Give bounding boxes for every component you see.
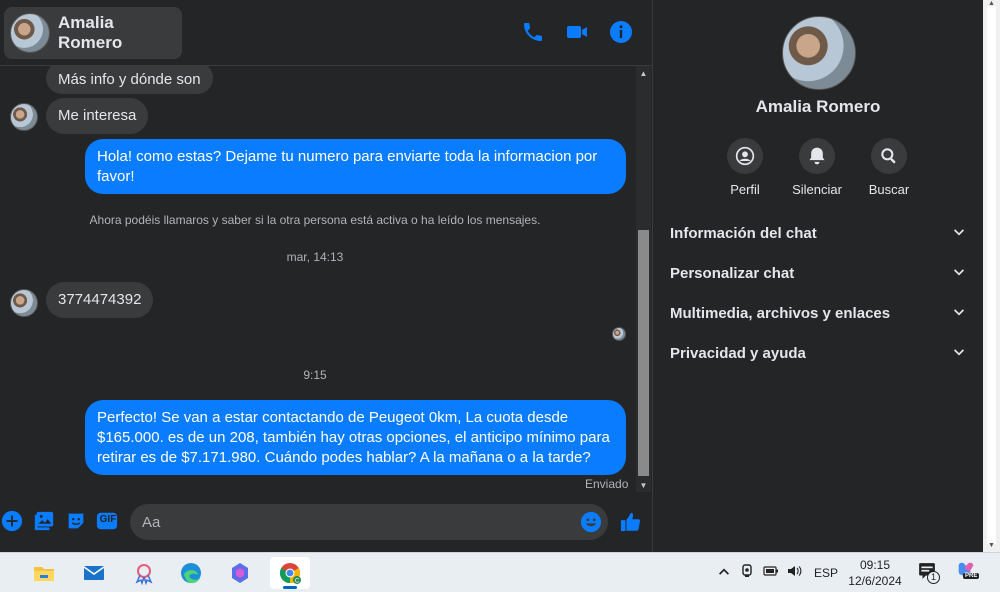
message-composer: GIF — [0, 496, 652, 552]
scroll-down-arrow[interactable]: ▼ — [987, 542, 996, 549]
preview-badge: PRE — [963, 573, 980, 579]
timestamp: 9:15 — [303, 368, 327, 382]
section-chat-info[interactable]: Información del chat — [661, 215, 977, 251]
gif-icon[interactable]: GIF — [96, 510, 120, 532]
message-input[interactable] — [142, 504, 572, 540]
thumbs-up-icon[interactable] — [620, 511, 642, 533]
message-bubble-incoming: Me interesa — [46, 98, 149, 134]
meet-now-icon[interactable] — [740, 563, 756, 582]
copilot-preview-icon[interactable]: PRE — [955, 560, 980, 584]
search-icon — [881, 148, 896, 164]
profile-label: Perfil — [730, 182, 760, 197]
chevron-up-icon[interactable] — [716, 563, 732, 582]
mute-label: Silenciar — [792, 182, 842, 197]
chevron-down-icon — [954, 229, 964, 236]
volume-icon[interactable] — [786, 563, 802, 582]
scroll-thumb[interactable] — [638, 230, 649, 476]
message-bubble-incoming: Más info y dónde son — [46, 66, 213, 94]
edge-icon[interactable] — [171, 557, 211, 589]
info-icon[interactable] — [609, 20, 633, 44]
profile-avatar — [782, 16, 856, 90]
gif-label: GIF — [99, 514, 117, 525]
message-list[interactable]: Más info y dónde son Me interesa Hola! c… — [0, 66, 636, 494]
system-notice: Ahora podéis llamaros y saber si la otra… — [89, 213, 541, 227]
search-label: Buscar — [868, 182, 910, 197]
profile-button[interactable]: Perfil — [705, 138, 785, 197]
chat-header: Amalia Romero — [0, 0, 652, 66]
clock-date: 12/6/2024 — [848, 574, 902, 588]
sticker-icon[interactable] — [65, 510, 87, 532]
message-bubble-outgoing: Hola! como estas? Dejame tu numero para … — [85, 139, 626, 194]
sent-status: Enviado — [585, 477, 629, 491]
timestamp: mar, 14:13 — [286, 250, 344, 264]
search-button[interactable]: Buscar — [849, 138, 929, 197]
profile-name: Amalia Romero — [755, 97, 881, 116]
ribbon-app-icon[interactable] — [124, 557, 164, 589]
contact-header-button[interactable]: Amalia Romero — [4, 7, 182, 59]
section-customize-chat[interactable]: Personalizar chat — [661, 255, 977, 291]
chevron-down-icon — [954, 349, 964, 356]
section-label: Multimedia, archivos y enlaces — [670, 304, 891, 322]
battery-icon[interactable] — [763, 563, 779, 582]
mail-icon[interactable] — [74, 557, 114, 589]
read-receipt-avatar — [612, 327, 626, 341]
chevron-down-icon — [954, 269, 964, 276]
image-icon[interactable] — [33, 510, 55, 532]
chat-info-panel: Amalia Romero Perfil Silenciar Buscar In… — [653, 0, 983, 552]
sender-avatar — [10, 103, 38, 131]
plus-icon[interactable] — [1, 510, 23, 532]
contact-name: Amalia Romero — [58, 13, 123, 52]
mute-button[interactable]: Silenciar — [777, 138, 857, 197]
messenger-window: Amalia Romero Más info y dónde son Me in… — [0, 0, 1000, 552]
notification-count: 1 — [927, 571, 940, 584]
clock-time: 09:15 — [859, 558, 891, 572]
section-label: Personalizar chat — [670, 264, 795, 282]
svg-text:C: C — [295, 578, 300, 584]
section-privacy-help[interactable]: Privacidad y ayuda — [661, 335, 977, 371]
copilot-icon[interactable] — [220, 557, 260, 589]
profile-icon — [735, 146, 755, 166]
panel-scrollbar[interactable]: ▲ ▼ — [983, 0, 1000, 552]
section-label: Privacidad y ayuda — [670, 344, 806, 362]
bell-icon — [809, 147, 825, 165]
clock[interactable]: 09:15 12/6/2024 — [842, 557, 908, 589]
message-bubble-outgoing: Perfecto! Se van a estar contactando de … — [85, 400, 626, 475]
phone-icon[interactable] — [521, 20, 545, 44]
scroll-up-arrow[interactable]: ▲ — [636, 66, 651, 80]
section-label: Información del chat — [670, 224, 817, 242]
notification-icon[interactable]: 1 — [918, 562, 940, 584]
section-media-files-links[interactable]: Multimedia, archivos y enlaces — [661, 295, 977, 331]
file-explorer-icon[interactable] — [24, 557, 64, 589]
language-indicator[interactable]: ESP — [814, 566, 838, 580]
video-icon[interactable] — [565, 20, 589, 44]
message-input-container[interactable] — [130, 504, 608, 540]
chrome-icon[interactable]: C — [270, 557, 310, 589]
message-scrollbar[interactable]: ▲ ▼ — [636, 66, 651, 492]
sender-avatar — [10, 289, 38, 317]
emoji-icon[interactable] — [580, 511, 602, 533]
windows-taskbar: C ESP 09:15 12/6/2024 1 PRE — [0, 552, 1000, 592]
scroll-down-arrow[interactable]: ▼ — [636, 478, 651, 492]
message-bubble-incoming: 3774474392 — [46, 282, 154, 318]
scroll-thumb[interactable] — [987, 6, 996, 544]
contact-avatar — [10, 13, 50, 53]
chevron-down-icon — [954, 309, 964, 316]
